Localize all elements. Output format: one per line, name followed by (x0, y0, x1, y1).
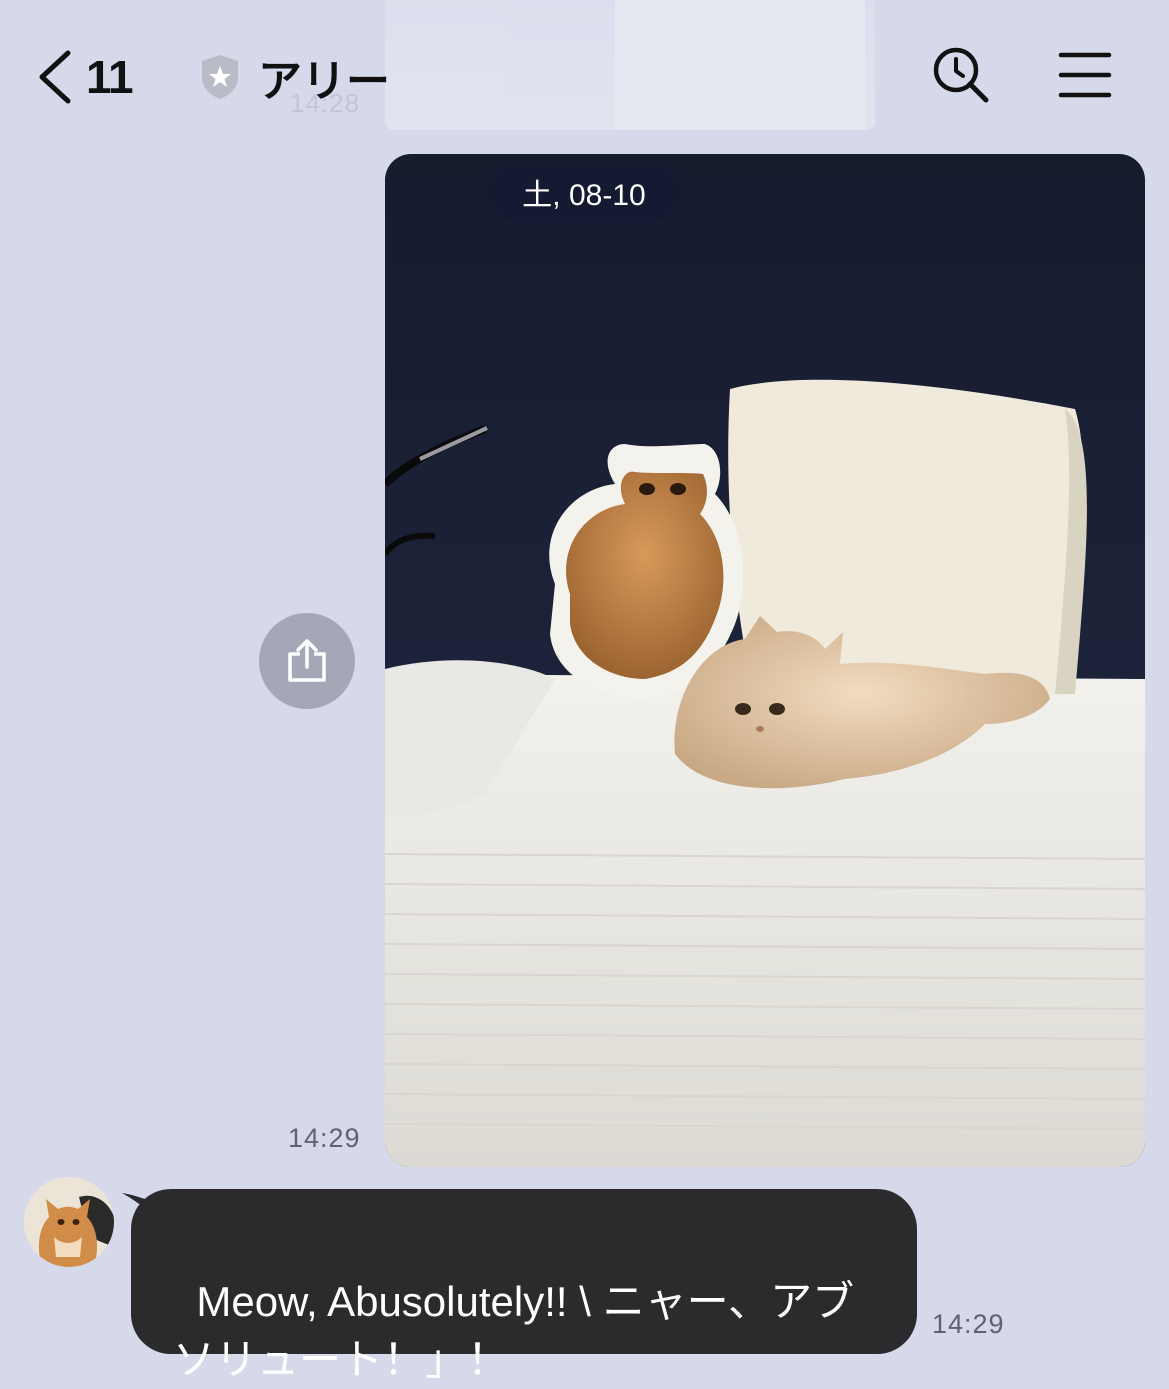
message-text: Meow, Abusolutely!! \ ニャー、アブソリュート！」！ (173, 1278, 855, 1383)
chat-title[interactable]: アリー (198, 44, 390, 110)
date-separator: 土, 08-10 (488, 162, 680, 222)
share-icon (288, 639, 326, 682)
search-history-button[interactable] (926, 40, 996, 110)
back-button[interactable]: 11 (36, 44, 134, 110)
text-message-time: 14:29 (932, 1309, 1005, 1339)
incoming-message-bubble[interactable]: Meow, Abusolutely!! \ ニャー、アブソリュート！」！ (131, 1189, 917, 1383)
cat-photo (385, 154, 1145, 1167)
scrolled-photo-preview (385, 0, 875, 130)
chevron-left-icon (39, 50, 71, 104)
shield-star-icon (202, 55, 238, 99)
cat-avatar-image (24, 1177, 114, 1267)
hamburger-menu-icon (1058, 52, 1112, 98)
chat-header: 14:28 11 アリー (0, 0, 1169, 150)
menu-button[interactable] (1050, 40, 1120, 110)
search-history-icon (933, 47, 989, 103)
unread-count: 11 (86, 51, 134, 103)
chat-title-text: アリー (258, 57, 390, 106)
photo-message-time: 14:29 (288, 1123, 361, 1153)
photo-message[interactable] (385, 154, 1145, 1167)
share-button[interactable] (259, 613, 355, 709)
avatar[interactable] (24, 1177, 114, 1267)
